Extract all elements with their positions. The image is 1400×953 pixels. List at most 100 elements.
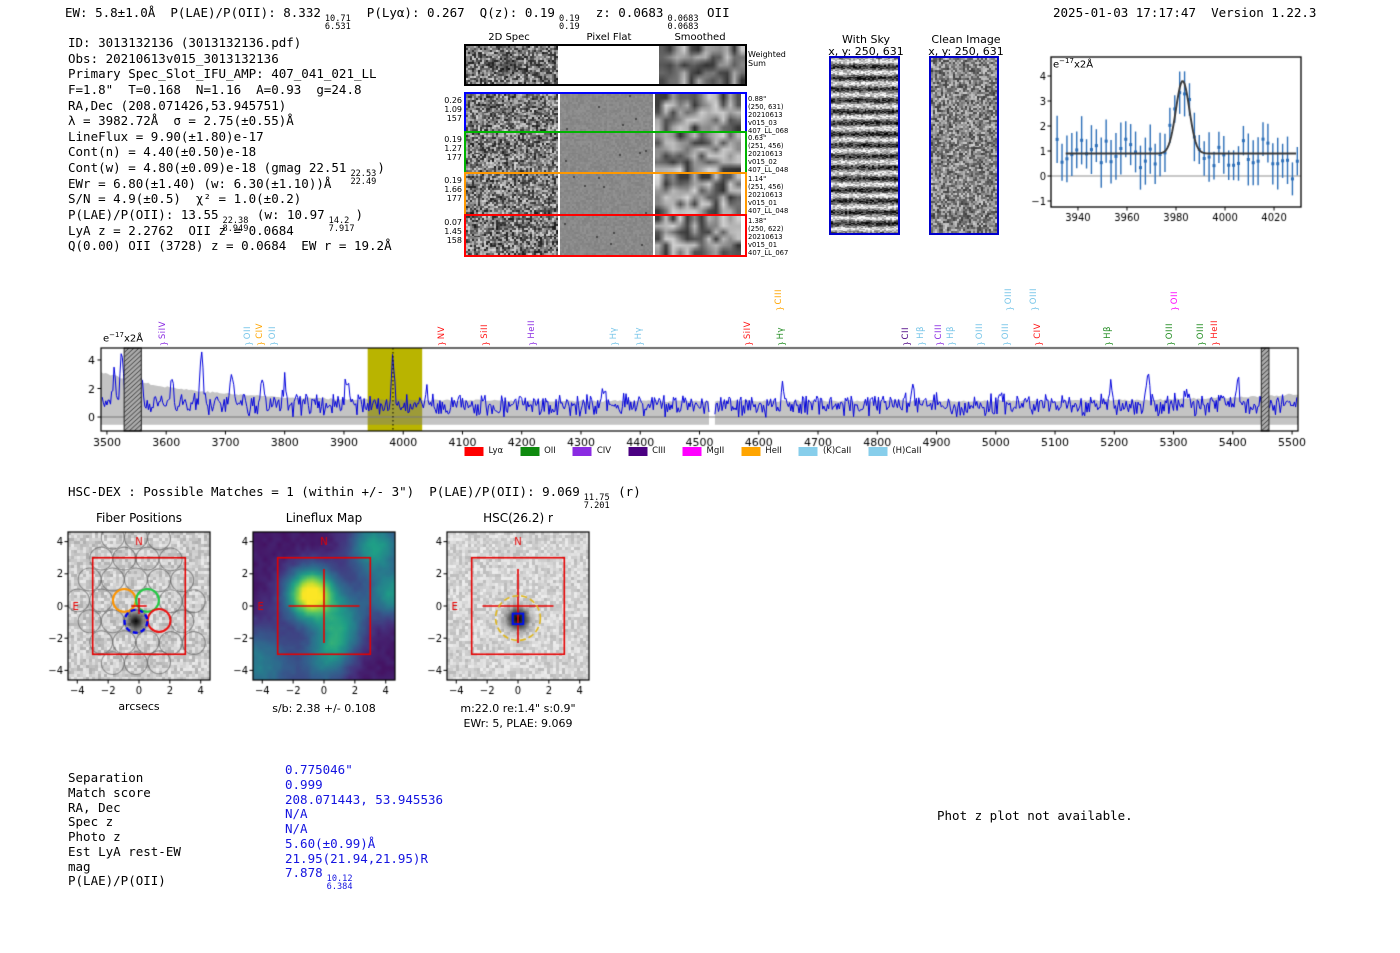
row3-pixelflat-image [560,174,653,214]
inset-unit-label: e−17x2Å [1053,57,1094,71]
with-sky-panel [829,56,900,235]
row1-right-labels: 0.88" (250, 631) 20210613 v015_03 407_LL_068 [748,95,789,136]
legend-swatch [572,446,592,456]
plae-fraction: 10.71 6.531 [324,13,351,32]
row1-left-labels: 0.26 1.09 157 [444,96,462,124]
photz-note: Phot z plot not available. [937,808,1133,823]
legend-item: CIV [572,446,612,456]
cutout-row-1 [464,92,747,133]
hsc-plae-fraction: 11.75 7.201 [583,492,610,511]
legend-item: (K)CaII [798,446,852,456]
row1-pixelflat-image [560,94,653,131]
legend-item: MgII [682,446,725,456]
legend-item: Lyα [464,446,504,456]
fiber-positions-title: Fiber Positions [95,511,183,525]
hsc-caption-2: EWr: 5, PLAE: 9.069 [463,717,573,730]
lineflux-map-title: Lineflux Map [285,511,363,525]
cutout-row-weighted [464,44,747,86]
col-header-2dspec: 2D Spec [488,32,530,43]
info-q: Q(0.00) OII (3728) z = 0.0684 EW r = 19.… [68,238,392,254]
row4-left-labels: 0.07 1.45 158 [444,218,462,246]
row4-smoothed-image [655,216,741,255]
row2-smoothed-image [655,133,741,172]
detection-info-block: ID: 3013132136 (3013132136.pdf) Obs: 202… [68,35,392,254]
hsc-panel-title: HSC(26.2) r [483,511,553,525]
spectrum-unit-label: e−17x2Å [103,331,144,345]
row3-smoothed-image [655,174,741,214]
legend-item: OII [520,446,556,456]
spectrum-legend: Lyα OII CIV CIII MgII HeII (K)CaII (H)CaII [464,446,922,456]
weighted-flat-blank [560,46,657,84]
line-fit-chart [1030,46,1307,232]
legend-label: HeII [765,446,782,456]
with-sky-title: With Sky x, y: 250, 631 [828,33,904,58]
cutout-row-4 [464,214,747,257]
fiber-xlabel: arcsecs [118,700,160,713]
z-fraction: 0.0683 0.0683 [667,13,699,32]
hsc-dex-line: HSC-DEX : Possible Matches = 1 (within +… [68,484,641,511]
legend-swatch [628,446,648,456]
weighted-2dspec-image [466,46,558,84]
row3-right-labels: 1.14" (251, 456) 20210613 v015_01 407_LL_048 [748,175,789,216]
lineflux-caption: s/b: 2.38 +/- 0.108 [272,702,376,715]
row4-right-labels: 1.38" (250, 622) 20210613 v015_01 407_LL_067 [748,217,789,258]
cutout-row-3 [464,172,747,216]
legend-label: CIV [596,446,612,456]
timestamp-version: 2025-01-03 17:17:47 Version 1.22.3 [1053,5,1317,20]
row4-2dspec-image [466,216,558,255]
legend-item: HeII [741,446,782,456]
weighted-smoothed-image [659,46,745,84]
legend-swatch [520,446,540,456]
legend-label: (K)CaII [822,446,852,456]
legend-label: (H)CaII [892,446,922,456]
summary-line: EW: 5.8±1.0Å P(LAE)/P(OII): 8.332 10.71 6.… [65,5,730,32]
info-lambda: λ = 3982.72Å σ = 2.75(±0.55)Å [68,113,294,129]
line-label-OIII: OIII{ [1029,287,1041,312]
col-header-smoothed: Smoothed [674,32,726,43]
info-contw: Cont(w) = 4.80(±0.09)e-18 (gmag 22.51 22.… [68,160,385,187]
line-label-CIII: CIII{ [774,288,786,312]
legend-label: CIII [652,446,666,456]
info-ewr: EWr = 6.80(±1.40) (w: 6.30(±1.10))Å [68,175,332,191]
clean-image-title: Clean Image x, y: 250, 631 [928,33,1004,58]
with-sky-image [831,58,898,233]
legend-swatch [868,446,888,456]
legend-item: (H)CaII [868,446,922,456]
gmag-fraction: 22.53 22.49 [350,168,377,187]
line-label-OIII: OIII{ [1003,287,1015,312]
row2-pixelflat-image [560,133,653,172]
hsc-caption-1: m:22.0 re:1.4" s:0.9" [460,702,576,715]
plae-value-row: 7.878 10.12 6.384 [285,865,353,892]
legend-swatch [798,446,818,456]
row2-2dspec-image [466,133,558,172]
plae-fraction-2: 14.2 7.917 [328,215,355,234]
col-header-pixelflat: Pixel Flat [586,32,632,43]
clean-image [931,58,997,233]
qz-fraction: 0.19 0.19 [558,13,580,32]
legend-item: CIII [628,446,666,456]
info-seeing: F=1.8" T=0.168 N=1.16 A=0.93 g=24.8 [68,81,362,97]
info-plae: P(LAE)/P(OII): 13.55 22.38 8.949 (w: 10.97… [68,207,364,234]
row1-2dspec-image [466,94,558,131]
info-sn: S/N = 4.9(±0.5) χ² = 1.0(±0.2) [68,191,302,207]
info-radec: RA,Dec (208.071426,53.945751) [68,97,287,113]
weighted-sum-label: Weighted Sum [748,50,786,68]
legend-label: Lyα [488,446,504,456]
info-id: ID: 3013132136 (3013132136.pdf) [68,35,302,50]
info-contn: Cont(n) = 4.40(±0.50)e-18 [68,144,257,160]
legend-label: MgII [706,446,725,456]
legend-swatch [464,446,484,456]
row2-right-labels: 0.63" (251, 456) 20210613 v015_02 407_LL_048 [748,134,789,175]
info-lineflux: LineFlux = 9.90(±1.80)e-17 [68,128,264,144]
hsc-r-image [417,524,603,704]
row4-pixelflat-image [560,216,653,255]
row3-2dspec-image [466,174,558,214]
cutout-row-2 [464,131,747,174]
info-primary: Primary Spec_Slot_IFU_AMP: 407_041_021_L… [68,66,377,82]
legend-swatch [741,446,761,456]
match-table-values: 0.775046" 0.999 208.071443, 53.945536 N/… [285,762,444,892]
legend-label: OII [544,446,556,456]
lineflux-map [223,524,409,704]
row3-left-labels: 0.19 1.66 177 [444,176,462,204]
legend-swatch [682,446,702,456]
